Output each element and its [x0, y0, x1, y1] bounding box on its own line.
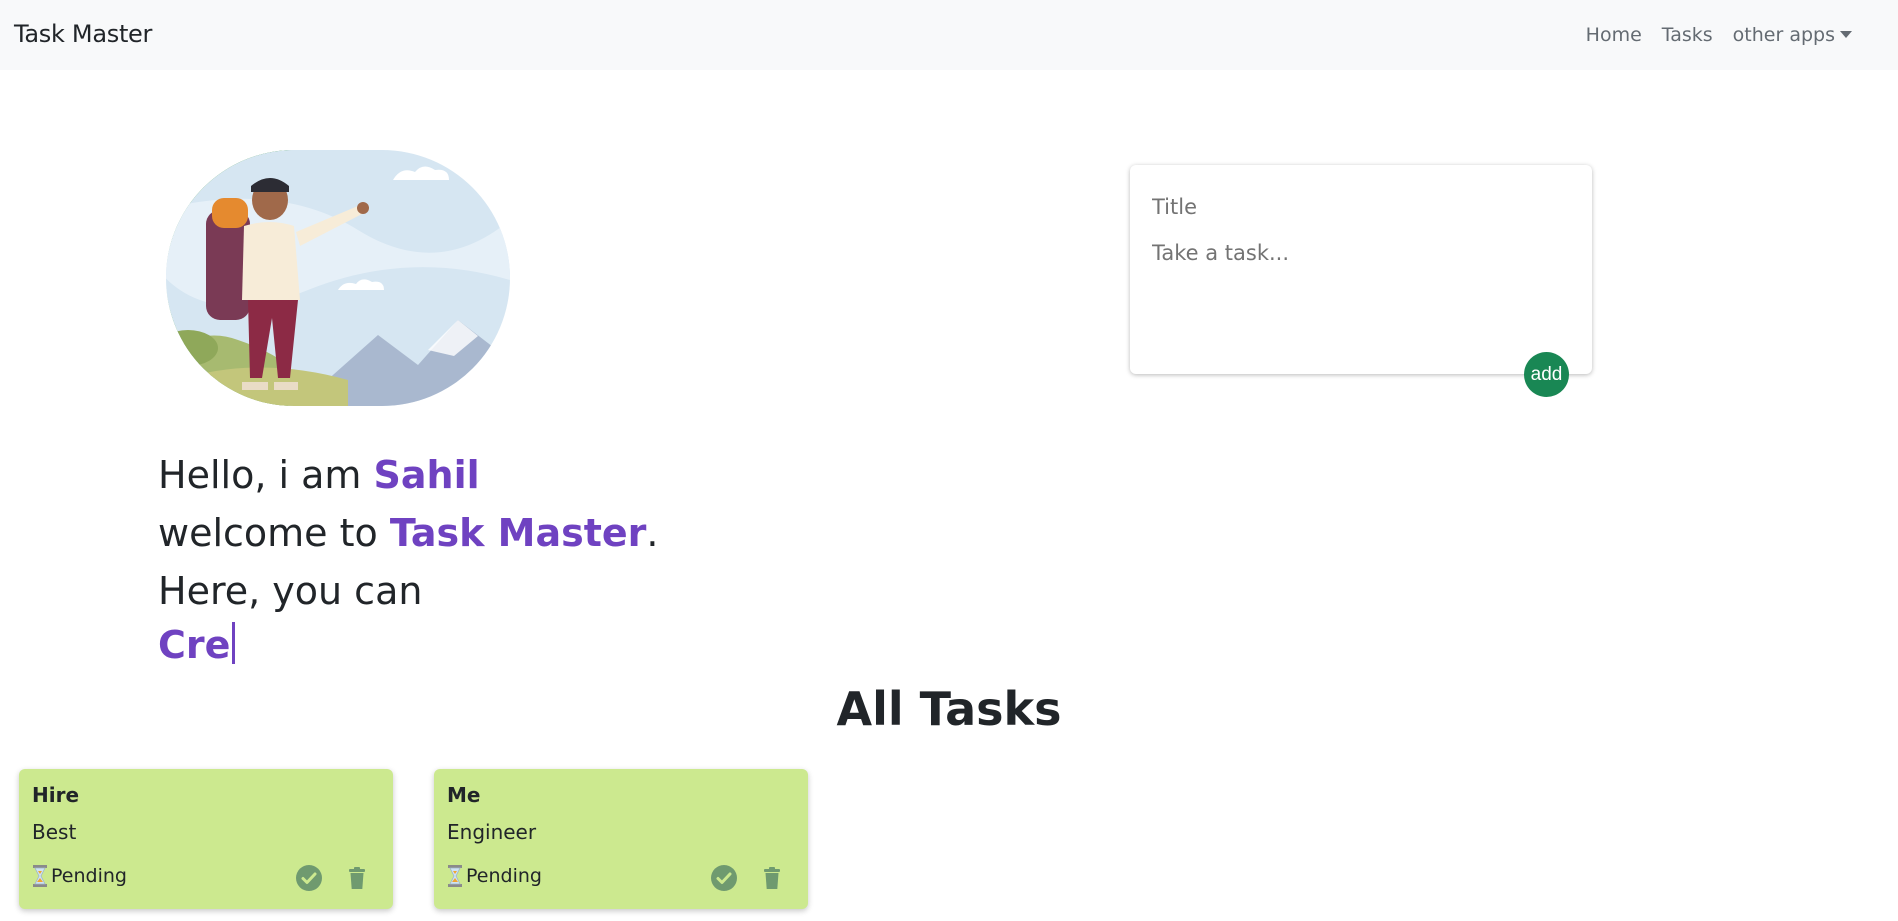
caret-down-icon [1840, 31, 1852, 38]
hero-period: . [646, 511, 659, 555]
task-status-label: Pending [466, 865, 542, 887]
hourglass-icon [448, 865, 462, 887]
brand-link[interactable]: Task Master [14, 20, 152, 48]
task-title: Hire [32, 783, 80, 807]
all-tasks-heading: All Tasks [836, 682, 1062, 736]
nav-dropdown-label: other apps [1732, 24, 1835, 46]
add-task-button[interactable]: add [1524, 352, 1569, 397]
trash-icon[interactable] [343, 864, 371, 892]
typewriter-text: Cre [158, 622, 236, 667]
typed-word: Cre [158, 623, 231, 667]
nav-link-tasks[interactable]: Tasks [1662, 24, 1713, 46]
typing-cursor [232, 622, 236, 664]
task-card: Me Engineer Pending [434, 769, 808, 909]
hourglass-icon [33, 865, 47, 887]
task-description: Best [32, 820, 77, 844]
hero-app-name: Task Master [389, 511, 647, 555]
hero-intro: Hello, i am Sahil welcome to Task Master… [158, 446, 659, 620]
hero-line-1: Hello, i am Sahil [158, 446, 659, 504]
check-circle-icon[interactable] [295, 864, 323, 892]
title-input[interactable] [1152, 195, 1572, 219]
task-card: Hire Best Pending [19, 769, 393, 909]
hiker-illustration [166, 150, 510, 406]
new-task-card [1130, 165, 1592, 374]
nav-dropdown-other-apps[interactable]: other apps [1733, 24, 1852, 46]
task-input[interactable] [1152, 241, 1572, 351]
hero-name: Sahil [373, 453, 480, 497]
navbar: Task Master Home Tasks other apps [0, 0, 1898, 70]
task-status: Pending [447, 865, 542, 887]
task-title: Me [447, 783, 481, 807]
hero-line-3: Here, you can [158, 569, 423, 613]
nav-links: Home Tasks other apps [1586, 24, 1852, 46]
hero-line-2: welcome to Task Master. [158, 504, 659, 562]
task-status-label: Pending [51, 865, 127, 887]
task-description: Engineer [447, 820, 537, 844]
check-circle-icon[interactable] [710, 864, 738, 892]
hero-greeting: Hello, i am [158, 453, 374, 497]
trash-icon[interactable] [758, 864, 786, 892]
nav-link-home[interactable]: Home [1586, 24, 1642, 46]
task-status: Pending [32, 865, 127, 887]
hero-welcome: welcome to [158, 511, 390, 555]
